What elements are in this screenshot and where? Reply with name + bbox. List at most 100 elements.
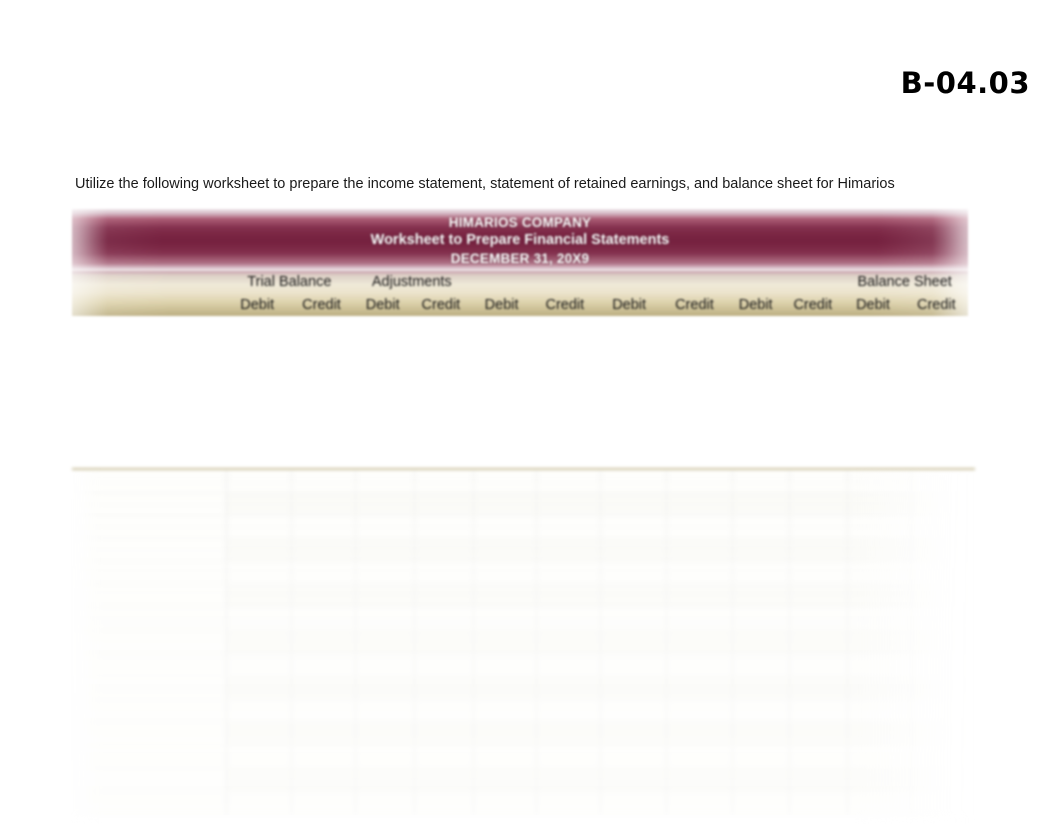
- grid-amount-cell[interactable]: [847, 676, 912, 700]
- grid-amount-cell[interactable]: [911, 492, 975, 516]
- grid-amount-cell[interactable]: [414, 607, 474, 631]
- grid-amount-cell[interactable]: [911, 538, 975, 562]
- grid-amount-cell[interactable]: [226, 561, 292, 585]
- grid-amount-cell[interactable]: [847, 768, 912, 792]
- grid-amount-cell[interactable]: [732, 538, 791, 562]
- grid-amount-cell[interactable]: [536, 538, 602, 562]
- grid-amount-cell[interactable]: [536, 470, 602, 493]
- grid-amount-cell[interactable]: [536, 676, 602, 700]
- grid-amount-cell[interactable]: [226, 492, 292, 516]
- grid-amount-cell[interactable]: [291, 584, 357, 608]
- grid-account-cell[interactable]: [72, 607, 227, 631]
- grid-amount-cell[interactable]: [355, 561, 415, 585]
- grid-amount-cell[interactable]: [911, 470, 975, 493]
- grid-amount-cell[interactable]: [732, 561, 791, 585]
- grid-amount-cell[interactable]: [666, 584, 733, 608]
- grid-amount-cell[interactable]: [847, 745, 912, 769]
- grid-amount-cell[interactable]: [911, 791, 975, 815]
- grid-amount-cell[interactable]: [473, 745, 538, 769]
- grid-amount-cell[interactable]: [666, 745, 733, 769]
- grid-account-cell[interactable]: [72, 561, 227, 585]
- grid-amount-cell[interactable]: [473, 538, 538, 562]
- grid-amount-cell[interactable]: [600, 768, 667, 792]
- grid-amount-cell[interactable]: [291, 515, 357, 539]
- grid-amount-cell[interactable]: [666, 492, 733, 516]
- grid-amount-cell[interactable]: [414, 470, 474, 493]
- grid-amount-cell[interactable]: [789, 538, 848, 562]
- grid-amount-cell[interactable]: [473, 607, 538, 631]
- grid-amount-cell[interactable]: [414, 745, 474, 769]
- grid-amount-cell[interactable]: [226, 768, 292, 792]
- grid-amount-cell[interactable]: [536, 607, 602, 631]
- grid-amount-cell[interactable]: [847, 653, 912, 677]
- grid-amount-cell[interactable]: [600, 607, 667, 631]
- grid-amount-cell[interactable]: [414, 584, 474, 608]
- grid-amount-cell[interactable]: [291, 745, 357, 769]
- grid-amount-cell[interactable]: [291, 676, 357, 700]
- grid-amount-cell[interactable]: [789, 699, 848, 723]
- grid-amount-cell[interactable]: [414, 561, 474, 585]
- grid-amount-cell[interactable]: [291, 791, 357, 815]
- grid-amount-cell[interactable]: [911, 607, 975, 631]
- grid-amount-cell[interactable]: [414, 538, 474, 562]
- grid-amount-cell[interactable]: [226, 745, 292, 769]
- grid-amount-cell[interactable]: [226, 607, 292, 631]
- grid-amount-cell[interactable]: [666, 653, 733, 677]
- grid-amount-cell[interactable]: [732, 699, 791, 723]
- grid-amount-cell[interactable]: [473, 492, 538, 516]
- grid-amount-cell[interactable]: [473, 722, 538, 746]
- grid-amount-cell[interactable]: [600, 745, 667, 769]
- grid-amount-cell[interactable]: [414, 791, 474, 815]
- grid-amount-cell[interactable]: [226, 470, 292, 493]
- grid-amount-cell[interactable]: [789, 584, 848, 608]
- grid-amount-cell[interactable]: [600, 676, 667, 700]
- grid-amount-cell[interactable]: [536, 584, 602, 608]
- grid-amount-cell[interactable]: [732, 470, 791, 493]
- grid-amount-cell[interactable]: [847, 630, 912, 654]
- grid-amount-cell[interactable]: [473, 768, 538, 792]
- grid-amount-cell[interactable]: [473, 653, 538, 677]
- grid-amount-cell[interactable]: [666, 515, 733, 539]
- grid-amount-cell[interactable]: [600, 653, 667, 677]
- grid-amount-cell[interactable]: [536, 653, 602, 677]
- grid-amount-cell[interactable]: [847, 699, 912, 723]
- grid-amount-cell[interactable]: [414, 699, 474, 723]
- grid-amount-cell[interactable]: [536, 791, 602, 815]
- grid-amount-cell[interactable]: [911, 722, 975, 746]
- grid-account-cell[interactable]: [72, 768, 227, 792]
- grid-amount-cell[interactable]: [732, 722, 791, 746]
- grid-amount-cell[interactable]: [600, 630, 667, 654]
- grid-amount-cell[interactable]: [226, 538, 292, 562]
- grid-amount-cell[interactable]: [847, 470, 912, 493]
- grid-amount-cell[interactable]: [473, 630, 538, 654]
- grid-amount-cell[interactable]: [911, 768, 975, 792]
- grid-amount-cell[interactable]: [414, 722, 474, 746]
- grid-amount-cell[interactable]: [666, 699, 733, 723]
- grid-amount-cell[interactable]: [732, 515, 791, 539]
- grid-amount-cell[interactable]: [847, 538, 912, 562]
- grid-amount-cell[interactable]: [226, 699, 292, 723]
- grid-amount-cell[interactable]: [732, 492, 791, 516]
- grid-amount-cell[interactable]: [473, 561, 538, 585]
- grid-amount-cell[interactable]: [732, 745, 791, 769]
- grid-account-cell[interactable]: [72, 722, 227, 746]
- grid-amount-cell[interactable]: [789, 561, 848, 585]
- grid-amount-cell[interactable]: [355, 515, 415, 539]
- grid-amount-cell[interactable]: [536, 630, 602, 654]
- grid-amount-cell[interactable]: [414, 630, 474, 654]
- grid-amount-cell[interactable]: [600, 538, 667, 562]
- grid-amount-cell[interactable]: [226, 791, 292, 815]
- grid-amount-cell[interactable]: [789, 745, 848, 769]
- grid-account-cell[interactable]: [72, 676, 227, 700]
- grid-amount-cell[interactable]: [291, 538, 357, 562]
- grid-amount-cell[interactable]: [291, 699, 357, 723]
- grid-amount-cell[interactable]: [911, 561, 975, 585]
- grid-amount-cell[interactable]: [291, 492, 357, 516]
- grid-amount-cell[interactable]: [536, 561, 602, 585]
- grid-amount-cell[interactable]: [226, 676, 292, 700]
- grid-account-cell[interactable]: [72, 791, 227, 815]
- grid-amount-cell[interactable]: [473, 515, 538, 539]
- grid-amount-cell[interactable]: [355, 492, 415, 516]
- grid-amount-cell[interactable]: [666, 768, 733, 792]
- grid-amount-cell[interactable]: [355, 676, 415, 700]
